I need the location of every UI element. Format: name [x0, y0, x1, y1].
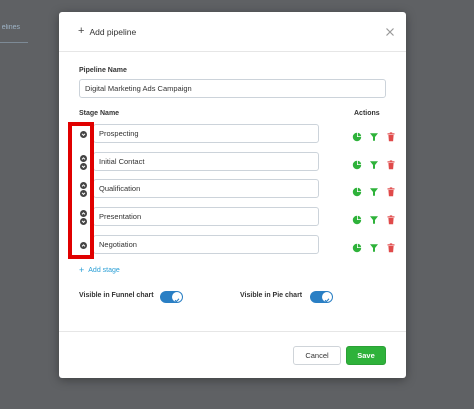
add-stage-link[interactable]: + Add stage [79, 265, 120, 275]
background-tab-underline [0, 42, 28, 43]
trash-icon[interactable] [386, 157, 396, 170]
pie-chart-toggle[interactable] [310, 291, 333, 303]
pie-chart-icon[interactable] [352, 184, 362, 197]
funnel-chart-toggle[interactable] [160, 291, 183, 303]
trash-icon[interactable] [386, 129, 396, 142]
plus-icon: + [79, 265, 85, 275]
funnel-icon[interactable] [369, 157, 379, 169]
footer-divider [59, 331, 406, 332]
stage-name-input[interactable] [93, 179, 319, 198]
chevron-up-icon[interactable] [79, 154, 87, 162]
chevron-down-icon[interactable] [79, 162, 87, 170]
funnel-toggle-label: Visible in Funnel chart [79, 292, 154, 299]
trash-icon[interactable] [386, 240, 396, 253]
modal-title-text: Add pipeline [89, 26, 137, 37]
modal-title: + Add pipeline [78, 26, 136, 37]
pie-toggle-label: Visible in Pie chart [240, 292, 303, 299]
toggle-knob [172, 292, 182, 303]
pie-chart-icon[interactable] [352, 212, 362, 225]
add-stage-label: Add stage [88, 266, 120, 274]
close-icon[interactable] [384, 25, 396, 37]
pie-chart-icon[interactable] [352, 240, 362, 253]
stage-name-header: Stage Name [79, 110, 120, 117]
stage-name-input[interactable] [93, 207, 319, 226]
chevron-up-icon[interactable] [79, 181, 87, 189]
chevron-down-icon[interactable] [79, 130, 87, 138]
background-tab-label: elines [1, 24, 20, 31]
plus-icon: + [78, 25, 85, 37]
funnel-icon[interactable] [369, 212, 379, 224]
chevron-down-icon[interactable] [79, 189, 87, 197]
stage-reorder-controls [79, 209, 87, 225]
funnel-icon[interactable] [369, 240, 379, 252]
funnel-icon[interactable] [369, 129, 379, 141]
modal-header: + Add pipeline [59, 12, 406, 52]
pipeline-name-label: Pipeline Name [79, 67, 127, 74]
pie-chart-icon[interactable] [352, 157, 362, 170]
funnel-icon[interactable] [369, 184, 379, 196]
stage-name-input[interactable] [93, 235, 319, 254]
stage-reorder-controls [79, 130, 87, 138]
stage-reorder-controls [79, 154, 87, 170]
toggle-knob [322, 292, 332, 303]
actions-header: Actions [354, 110, 380, 117]
pipeline-name-input[interactable] [79, 79, 386, 98]
trash-icon[interactable] [386, 212, 396, 225]
chevron-down-icon[interactable] [79, 217, 87, 225]
chevron-up-icon[interactable] [79, 241, 87, 249]
stage-reorder-controls [79, 241, 87, 249]
save-button[interactable]: Save [346, 346, 386, 365]
cancel-button[interactable]: Cancel [293, 346, 341, 365]
pie-chart-icon[interactable] [352, 129, 362, 142]
chevron-up-icon[interactable] [79, 209, 87, 217]
stage-name-input[interactable] [93, 124, 319, 143]
trash-icon[interactable] [386, 184, 396, 197]
stage-name-input[interactable] [93, 152, 319, 171]
stage-reorder-controls [79, 181, 87, 197]
